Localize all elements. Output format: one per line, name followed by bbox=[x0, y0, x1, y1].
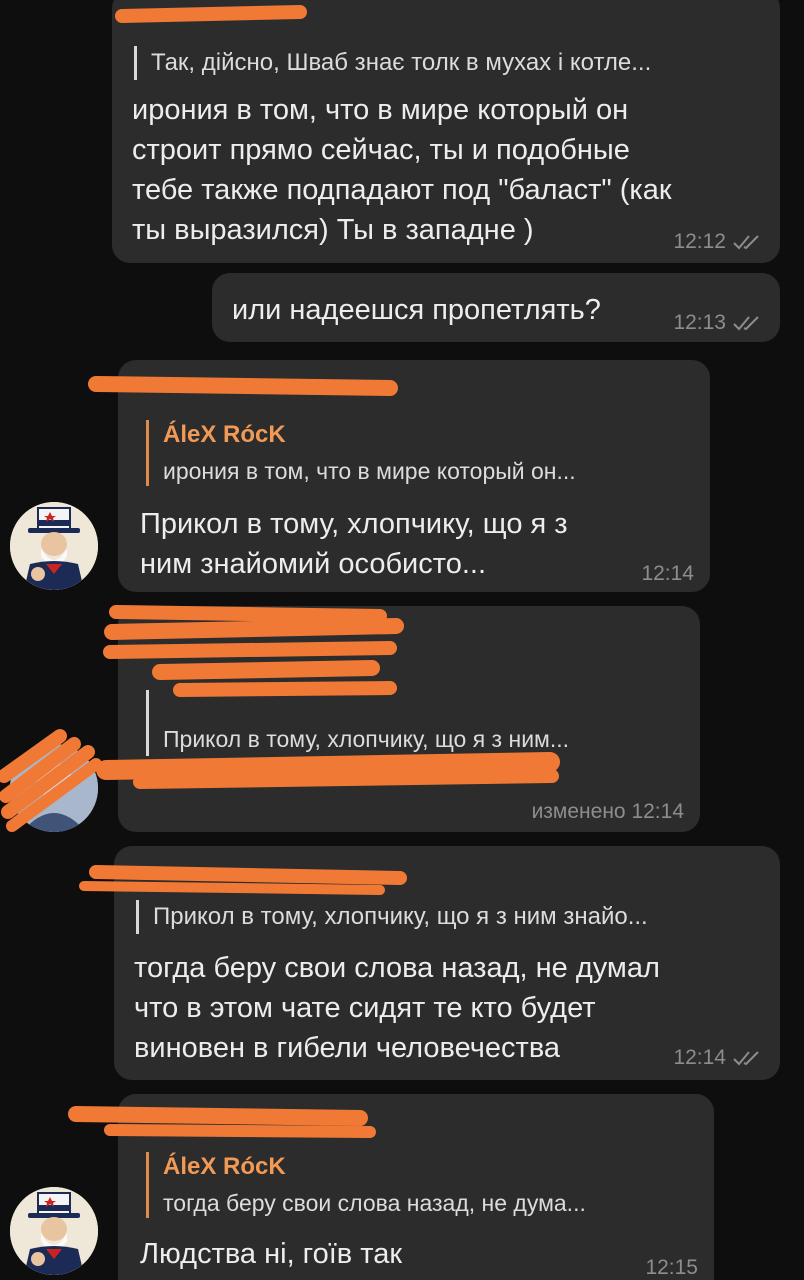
reply-text: Так, дійсно, Шваб знає толк в мухах і ко… bbox=[151, 49, 652, 76]
message-line: виновен в гибели человечества bbox=[134, 1032, 561, 1064]
reply-text: ирония в том, что в мире который он... bbox=[163, 458, 576, 484]
double-check-icon bbox=[733, 235, 759, 250]
message-text: Прикол в тому, хлопчику, що я з ним знай… bbox=[140, 504, 568, 584]
message-bubble[interactable]: Прикол в тому, хлопчику, що я з ним знай… bbox=[114, 846, 780, 1080]
reply-quote[interactable]: ÁleX RócK тогда беру свои слова назад, н… bbox=[146, 1152, 698, 1218]
avatar-uncle-sam[interactable] bbox=[10, 1187, 98, 1275]
double-check-icon bbox=[733, 1051, 759, 1066]
message-text: или надеешся пропетлять? bbox=[232, 294, 601, 326]
reply-quote[interactable]: ÁleX RócK ирония в том, что в мире котор… bbox=[146, 420, 694, 486]
message-time: 12:13 bbox=[673, 311, 726, 334]
reply-text: Прикол в тому, хлопчику, що я з ним... bbox=[163, 726, 570, 752]
message-line: ты выразился) Ты в западне ) bbox=[132, 214, 534, 246]
message-meta: 12:13 bbox=[673, 311, 764, 335]
message-line: ирония в том, что в мире который он bbox=[132, 94, 629, 126]
message-bubble[interactable]: ÁleX RócK ирония в том, что в мире котор… bbox=[118, 360, 710, 592]
avatar-icon bbox=[10, 1187, 98, 1275]
reply-text: Прикол в тому, хлопчику, що я з ним знай… bbox=[153, 903, 648, 930]
message-line: строит прямо сейчас, ты и подобные bbox=[132, 134, 630, 166]
reply-author: ÁleX RócK bbox=[163, 1153, 286, 1180]
message-time: 12:14 bbox=[673, 1046, 726, 1069]
message-meta: 12:15 bbox=[645, 1256, 698, 1280]
message-bubble[interactable]: Так, дійсно, Шваб знає толк в мухах і ко… bbox=[112, 0, 780, 263]
message-text: тогда беру свои слова назад, не думал чт… bbox=[134, 948, 660, 1068]
avatar[interactable] bbox=[10, 744, 98, 832]
message-text: Людства ні, гоїв так bbox=[140, 1238, 403, 1270]
message-bubble[interactable]: или надеешся пропетлять? 12:13 bbox=[212, 273, 780, 342]
message-text: ирония в том, что в мире который он стро… bbox=[132, 90, 672, 250]
message-line: Прикол в тому, хлопчику, що я з bbox=[140, 508, 568, 540]
message-line: ним знайомий особисто... bbox=[140, 548, 487, 580]
avatar-icon bbox=[10, 744, 98, 832]
message-line: что в этом чате сидят те кто будет bbox=[134, 992, 596, 1024]
reply-author: ÁleX RócK bbox=[163, 421, 286, 448]
message-meta: 12:12 bbox=[673, 230, 764, 254]
message-line: тогда беру свои слова назад, не думал bbox=[134, 952, 660, 984]
message-time: 12:15 bbox=[645, 1256, 698, 1279]
message-meta: изменено 12:14 bbox=[532, 800, 684, 824]
message-time: изменено 12:14 bbox=[531, 800, 684, 823]
double-check-icon bbox=[733, 316, 759, 331]
message-time: 12:14 bbox=[641, 562, 694, 585]
reply-quote[interactable]: Прикол в тому, хлопчику, що я з ним знай… bbox=[136, 900, 756, 934]
message-meta: 12:14 bbox=[673, 1046, 764, 1070]
message-meta: 12:14 bbox=[641, 562, 694, 586]
message-line: тебе также подпадают под "баласт" (как bbox=[132, 174, 672, 206]
message-bubble[interactable]: ÁleX RócK тогда беру свои слова назад, н… bbox=[118, 1094, 714, 1280]
message-time: 12:12 bbox=[673, 230, 726, 253]
reply-text: тогда беру свои слова назад, не дума... bbox=[163, 1190, 586, 1216]
avatar-uncle-sam[interactable] bbox=[10, 502, 98, 590]
message-bubble[interactable]: Прикол в тому, хлопчику, що я з ним... и… bbox=[118, 606, 700, 832]
avatar-icon bbox=[10, 502, 98, 590]
reply-quote[interactable]: Прикол в тому, хлопчику, що я з ним... bbox=[146, 690, 686, 756]
reply-quote[interactable]: Так, дійсно, Шваб знає толк в мухах і ко… bbox=[134, 46, 754, 80]
